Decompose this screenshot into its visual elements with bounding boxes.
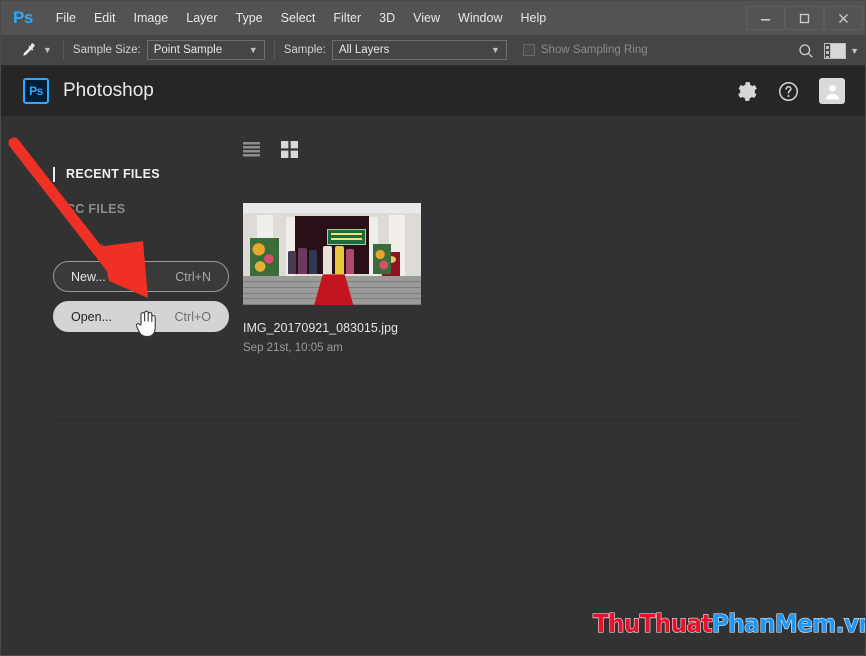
section-divider bbox=[53, 419, 801, 420]
workspace-switcher-icon bbox=[824, 42, 847, 59]
sample-select[interactable]: All Layers ▼ bbox=[331, 40, 507, 60]
minimize-icon bbox=[761, 18, 770, 21]
close-button[interactable] bbox=[824, 6, 863, 30]
menu-item-window[interactable]: Window bbox=[449, 7, 511, 29]
new-file-label: New... bbox=[71, 269, 106, 284]
help-icon-glyph bbox=[779, 81, 798, 101]
options-bar: ▼ Sample Size: Point Sample ▼ Sample: Al… bbox=[1, 35, 865, 66]
gear-icon[interactable] bbox=[737, 81, 758, 102]
menu-item-layer[interactable]: Layer bbox=[177, 7, 226, 29]
recent-file-card[interactable]: IMG_20170921_083015.jpg Sep 21st, 10:05 … bbox=[243, 203, 421, 354]
menu-item-filter[interactable]: Filter bbox=[324, 7, 370, 29]
recent-files-label: RECENT FILES bbox=[66, 167, 160, 181]
eyedropper-icon bbox=[22, 42, 35, 56]
menu-item-view[interactable]: View bbox=[404, 7, 449, 29]
options-separator-2 bbox=[273, 40, 275, 60]
watermark: ThuThuatPhanMem.vn bbox=[592, 608, 866, 638]
options-bar-right: ▼ bbox=[792, 35, 861, 66]
search-button[interactable] bbox=[792, 43, 820, 59]
maximize-button[interactable] bbox=[785, 6, 824, 30]
watermark-part1: ThuThuat bbox=[592, 608, 713, 638]
menu-item-file[interactable]: File bbox=[47, 7, 85, 29]
menu-item-edit[interactable]: Edit bbox=[85, 7, 125, 29]
tool-preset-chevron-down-icon[interactable]: ▼ bbox=[43, 45, 52, 55]
start-screen-header: Ps Photoshop bbox=[1, 66, 865, 116]
view-toggle-group bbox=[241, 140, 299, 158]
menu-item-3d[interactable]: 3D bbox=[370, 7, 404, 29]
grid-view-icon-glyph bbox=[280, 140, 298, 158]
close-icon bbox=[839, 13, 848, 23]
open-file-label: Open... bbox=[71, 309, 112, 324]
page-title: Photoshop bbox=[63, 80, 154, 101]
active-indicator bbox=[53, 166, 55, 182]
eyedropper-tool-button[interactable] bbox=[15, 39, 39, 61]
options-separator-1 bbox=[62, 40, 64, 60]
open-file-button[interactable]: Open... Ctrl+O bbox=[53, 301, 229, 332]
menu-bar: Ps File Edit Image Layer Type Select Fil… bbox=[1, 1, 865, 35]
new-file-shortcut: Ctrl+N bbox=[175, 269, 211, 284]
menu-item-image[interactable]: Image bbox=[125, 7, 178, 29]
sample-size-label: Sample Size: bbox=[72, 44, 141, 56]
start-left-rail: RECENT FILES CC FILES New... Ctrl+N Open… bbox=[53, 163, 233, 332]
watermark-part2: PhanMem.vn bbox=[711, 608, 866, 638]
app-logo-icon: Ps bbox=[13, 8, 33, 27]
user-avatar-icon bbox=[825, 84, 839, 99]
grid-view-icon[interactable] bbox=[279, 140, 299, 158]
sidebar-item-recent-files[interactable]: RECENT FILES bbox=[53, 163, 233, 185]
window-controls bbox=[746, 5, 863, 31]
sample-size-value: Point Sample bbox=[153, 44, 223, 56]
photoshop-badge-icon: Ps bbox=[23, 78, 49, 104]
menu-item-help[interactable]: Help bbox=[512, 7, 556, 29]
gear-icon-glyph bbox=[738, 81, 757, 101]
list-view-icon-glyph bbox=[242, 141, 260, 156]
search-icon bbox=[799, 43, 813, 58]
chevron-down-icon: ▼ bbox=[248, 45, 258, 55]
minimize-button[interactable] bbox=[746, 6, 785, 30]
start-screen-body: RECENT FILES CC FILES New... Ctrl+N Open… bbox=[1, 116, 865, 655]
sidebar-item-cc-files[interactable]: CC FILES bbox=[66, 202, 233, 216]
chevron-down-icon: ▼ bbox=[490, 45, 500, 55]
recent-file-name: IMG_20170921_083015.jpg bbox=[243, 321, 398, 335]
show-sampling-ring-label: Show Sampling Ring bbox=[540, 44, 648, 56]
recent-file-date: Sep 21st, 10:05 am bbox=[243, 342, 343, 354]
list-view-icon[interactable] bbox=[241, 140, 261, 158]
sample-value: All Layers bbox=[338, 44, 390, 56]
sample-label: Sample: bbox=[283, 44, 326, 56]
maximize-icon bbox=[799, 13, 810, 23]
recent-file-thumbnail[interactable] bbox=[243, 203, 421, 305]
menu-item-select[interactable]: Select bbox=[272, 7, 325, 29]
checkbox-box bbox=[522, 44, 535, 56]
menu-item-type[interactable]: Type bbox=[227, 7, 272, 29]
avatar[interactable] bbox=[819, 78, 845, 104]
photoshop-window: Ps File Edit Image Layer Type Select Fil… bbox=[0, 0, 866, 656]
header-icon-group bbox=[737, 66, 845, 116]
sample-size-select[interactable]: Point Sample ▼ bbox=[146, 40, 265, 60]
open-file-shortcut: Ctrl+O bbox=[174, 309, 211, 324]
workspace-switcher-button[interactable]: ▼ bbox=[824, 42, 861, 59]
help-icon[interactable] bbox=[778, 81, 799, 102]
show-sampling-ring-checkbox[interactable]: Show Sampling Ring bbox=[522, 44, 648, 56]
new-file-button[interactable]: New... Ctrl+N bbox=[53, 261, 229, 292]
chevron-down-icon[interactable]: ▼ bbox=[850, 46, 859, 56]
